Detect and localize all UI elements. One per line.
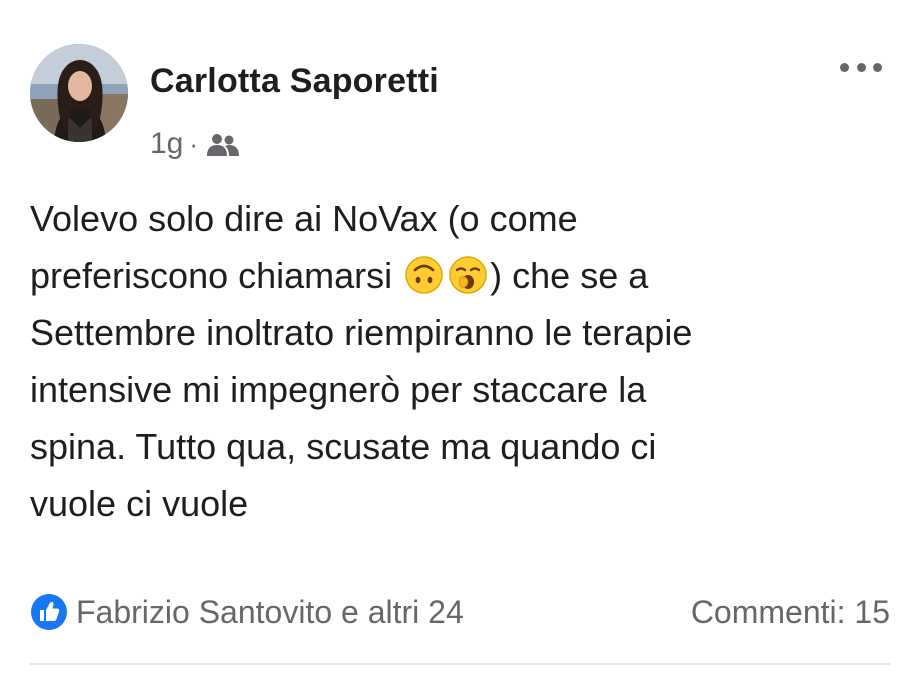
author-name[interactable]: Carlotta Saporetti — [150, 62, 439, 101]
friends-icon — [206, 132, 240, 158]
post-text-line: Volevo solo dire ai NoVax (o come — [30, 198, 578, 239]
post-text-line: spina. Tutto qua, scusate ma quando ci — [30, 426, 657, 467]
reactions-text: Fabrizio Santovito e altri 24 — [76, 593, 464, 630]
more-dot — [856, 62, 866, 72]
more-dot — [873, 62, 882, 72]
footer-divider — [30, 663, 890, 665]
more-options-icon[interactable] — [840, 56, 882, 78]
post-text-line: Settembre inoltrato riempiranno le terap… — [30, 312, 693, 353]
reactions-summary[interactable]: Fabrizio Santovito e altri 24 — [30, 593, 464, 631]
facebook-post: Carlotta Saporetti 1g · Volevo solo dire… — [0, 0, 900, 680]
post-text-line: vuole ci vuole — [30, 483, 249, 524]
more-dot — [840, 62, 849, 72]
meta-separator: · — [189, 128, 199, 159]
yawning-face-emoji — [448, 254, 488, 294]
post-text-segment: preferiscono chiamarsi — [30, 255, 393, 296]
post-text-line: intensive mi impegnerò per staccare la — [30, 369, 647, 410]
post-meta: 1g · — [150, 124, 240, 164]
profile-photo — [30, 44, 128, 142]
post-text-segment: ) che se a — [490, 255, 649, 296]
post-time[interactable]: 1g — [150, 127, 183, 161]
post-text: Volevo solo dire ai NoVax (o come prefer… — [30, 190, 880, 532]
post-text-line: preferiscono chiamarsi ) che se a — [30, 247, 880, 304]
post-footer: Fabrizio Santovito e altri 24 Commenti: … — [30, 588, 890, 636]
author-avatar[interactable] — [30, 44, 128, 142]
upside-down-face-emoji — [404, 254, 444, 294]
like-icon — [30, 593, 68, 631]
comments-count[interactable]: Commenti: 15 — [691, 594, 890, 631]
